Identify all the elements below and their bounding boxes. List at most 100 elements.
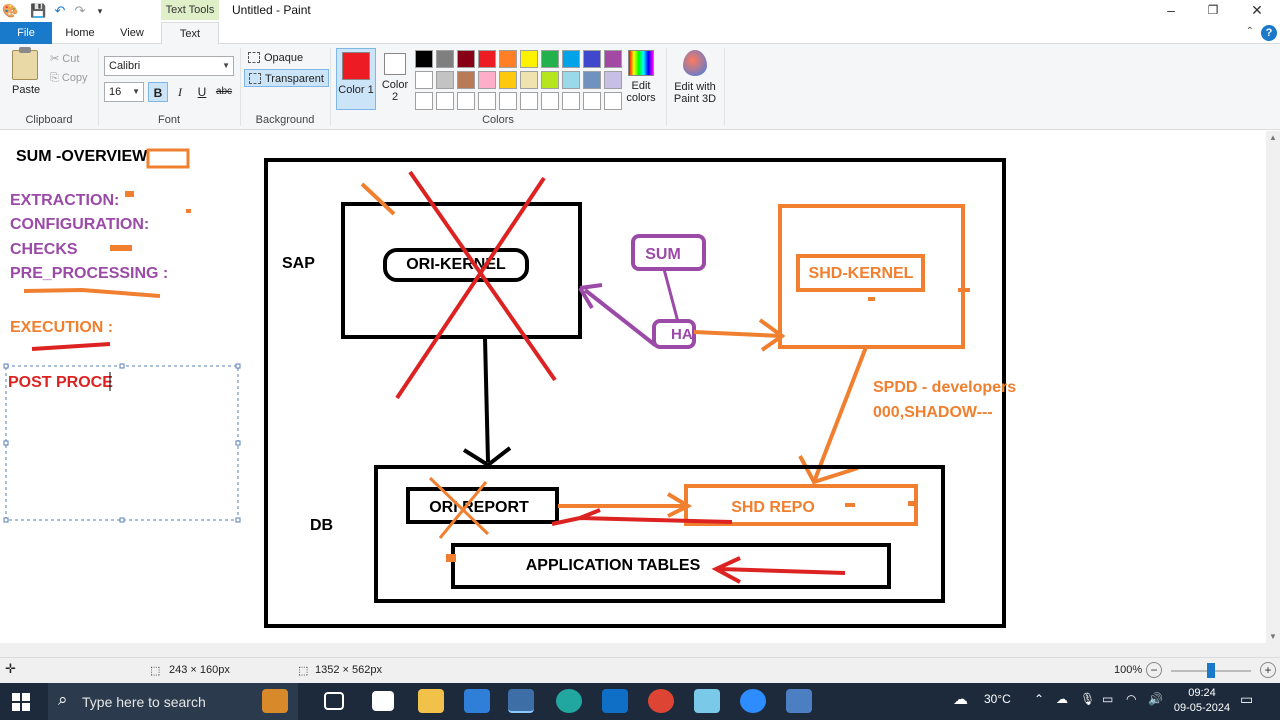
windows-start-icon[interactable] [12, 693, 30, 711]
zoom-slider-thumb[interactable] [1207, 663, 1215, 678]
strikethrough-button[interactable]: abc [214, 82, 234, 102]
edit-with-paint3d-button[interactable]: Edit with Paint 3D [672, 50, 718, 105]
palette-color-swatch[interactable] [583, 92, 601, 110]
text-box-input[interactable]: POST PROCE [8, 374, 113, 391]
undo-icon[interactable]: ↶ [52, 3, 68, 19]
horizontal-scrollbar[interactable] [0, 643, 1280, 657]
palette-color-swatch[interactable] [436, 71, 454, 89]
palette-color-swatch[interactable] [457, 50, 475, 68]
copy-button[interactable]: ⎘ Copy [50, 72, 88, 85]
redo-icon[interactable]: ↷ [72, 3, 88, 19]
microphone-icon[interactable]: 🎙 [1080, 692, 1095, 706]
palette-color-swatch[interactable] [457, 71, 475, 89]
volume-icon[interactable]: 🔊 [1148, 692, 1163, 706]
close-button[interactable]: ✕ [1236, 0, 1278, 22]
transparent-option[interactable]: Transparent [244, 69, 329, 87]
selection-size: 243 × 160px [169, 664, 230, 676]
weather-icon[interactable]: ☁ [953, 690, 968, 708]
paint-taskbar-icon[interactable] [508, 689, 534, 713]
note-pre-processing: PRE_PROCESSING : [10, 265, 168, 282]
restore-button[interactable]: ❐ [1192, 0, 1234, 22]
onedrive-icon[interactable]: ☁ [1056, 692, 1068, 706]
palette-color-swatch[interactable] [499, 71, 517, 89]
edge-icon[interactable] [556, 689, 582, 713]
palette-color-swatch[interactable] [541, 92, 559, 110]
collapse-ribbon-icon[interactable]: ⌃ [1246, 26, 1254, 37]
help-icon[interactable]: ? [1261, 25, 1277, 41]
tab-file[interactable]: File [0, 22, 52, 44]
remote-desktop-icon[interactable] [786, 689, 812, 713]
task-view-icon[interactable] [324, 692, 344, 710]
palette-color-swatch[interactable] [562, 50, 580, 68]
show-hidden-icons[interactable]: ⌃ [1034, 692, 1044, 706]
chrome-icon[interactable] [648, 689, 674, 713]
scroll-down-icon[interactable]: ▼ [1269, 632, 1277, 641]
paint-app-icon[interactable]: 🎨 [2, 3, 18, 19]
save-icon[interactable]: 💾 [30, 3, 46, 19]
color2-button[interactable]: Color 2 [380, 48, 410, 110]
orange-arrow-down [798, 346, 868, 485]
font-family-select[interactable]: Calibri ▼ [104, 56, 234, 76]
system-clock[interactable]: 09:24 09-05-2024 [1172, 686, 1232, 716]
palette-color-swatch[interactable] [478, 50, 496, 68]
palette-color-swatch[interactable] [457, 92, 475, 110]
microsoft-store-icon[interactable] [372, 691, 394, 711]
orange-mark [186, 209, 191, 213]
palette-color-swatch[interactable] [478, 71, 496, 89]
zoom-in-button[interactable]: + [1260, 662, 1276, 678]
palette-color-swatch[interactable] [436, 50, 454, 68]
bold-button[interactable]: B [148, 82, 168, 102]
tab-view[interactable]: View [110, 22, 154, 44]
palette-color-swatch[interactable] [520, 92, 538, 110]
outlook-icon[interactable] [602, 689, 628, 713]
minimize-button[interactable]: – [1150, 0, 1192, 22]
palette-color-swatch[interactable] [415, 71, 433, 89]
palette-color-swatch[interactable] [541, 50, 559, 68]
opaque-option[interactable]: Opaque [244, 49, 307, 67]
palette-color-swatch[interactable] [499, 50, 517, 68]
palette-color-swatch[interactable] [520, 50, 538, 68]
temperature[interactable]: 30°C [984, 692, 1011, 706]
zoom-out-button[interactable]: − [1146, 662, 1162, 678]
wifi-icon[interactable]: ◠ [1126, 692, 1136, 706]
palette-color-swatch[interactable] [604, 92, 622, 110]
font-size-select[interactable]: 16 ▼ [104, 82, 144, 102]
palette-color-swatch[interactable] [415, 92, 433, 110]
palette-color-swatch[interactable] [478, 92, 496, 110]
briefcase-app-icon[interactable] [262, 689, 288, 713]
ribbon-tabs: File Home View Text ⌃ ? [0, 22, 1280, 45]
palette-color-swatch[interactable] [604, 71, 622, 89]
opaque-label: Opaque [264, 52, 304, 64]
palette-color-swatch[interactable] [415, 50, 433, 68]
file-explorer-icon[interactable] [418, 689, 444, 713]
vertical-scrollbar[interactable]: ▲ ▼ [1266, 131, 1280, 643]
palette-color-swatch[interactable] [562, 92, 580, 110]
palette-color-swatch[interactable] [499, 92, 517, 110]
notifications-icon[interactable]: ▭ [1240, 691, 1253, 708]
notepad-icon[interactable] [694, 689, 720, 713]
tab-home[interactable]: Home [58, 22, 102, 44]
italic-button[interactable]: I [170, 82, 190, 102]
color1-button[interactable]: Color 1 [336, 48, 376, 110]
paste-button[interactable]: Paste [12, 84, 40, 96]
palette-color-swatch[interactable] [520, 71, 538, 89]
taskbar-search[interactable]: ⌕ Type here to search [48, 683, 298, 720]
edit-colors-button[interactable]: Edit colors [624, 50, 658, 104]
customize-quick-access-icon[interactable]: ▾ [92, 3, 108, 19]
scroll-up-icon[interactable]: ▲ [1269, 133, 1277, 142]
palette-color-swatch[interactable] [604, 50, 622, 68]
palette-color-swatch[interactable] [541, 71, 559, 89]
cut-button[interactable]: ✂ Cut [50, 52, 79, 65]
battery-icon[interactable]: ▭ [1102, 692, 1113, 706]
zoom-icon[interactable] [740, 689, 766, 713]
palette-color-swatch[interactable] [583, 50, 601, 68]
palette-color-swatch[interactable] [562, 71, 580, 89]
palette-color-swatch[interactable] [583, 71, 601, 89]
tab-text[interactable]: Text [161, 22, 219, 45]
note-extraction: EXTRACTION: [10, 192, 119, 209]
paste-icon[interactable] [12, 47, 38, 80]
mail-icon[interactable] [464, 689, 490, 713]
palette-color-swatch[interactable] [436, 92, 454, 110]
underline-button[interactable]: U [192, 82, 212, 102]
drawing-canvas[interactable]: SUM -OVERVIEW EXTRACTION: CONFIGURATION:… [0, 131, 1280, 643]
